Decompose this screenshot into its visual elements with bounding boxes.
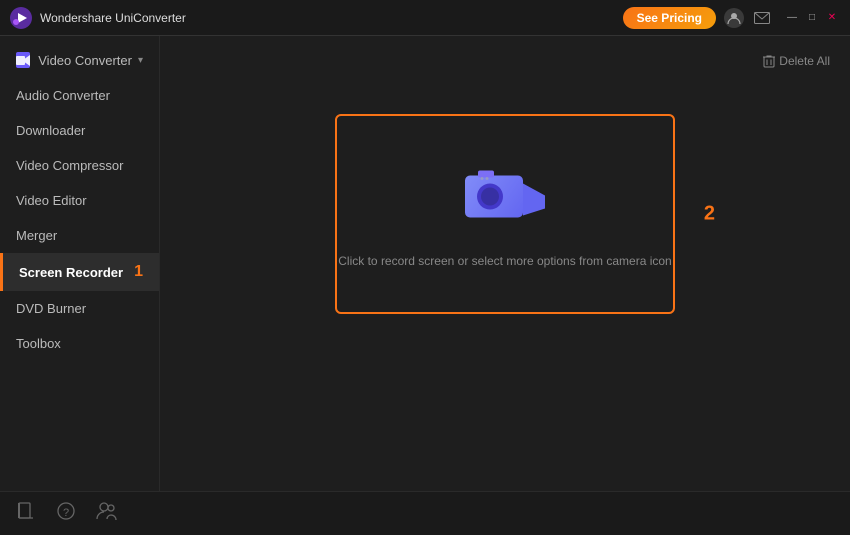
book-icon[interactable]	[16, 501, 36, 526]
video-converter-icon	[16, 52, 30, 68]
dropdown-arrow-icon: ▾	[138, 55, 143, 66]
content-header: Delete All	[180, 46, 830, 76]
app-title: Wondershare UniConverter	[40, 11, 623, 25]
sidebar-item-label-video-converter: Video Converter	[38, 53, 132, 68]
sidebar-item-merger[interactable]: Merger	[0, 218, 159, 253]
camera-icon	[460, 161, 550, 231]
delete-all-label: Delete All	[779, 54, 830, 68]
minimize-button[interactable]: —	[784, 10, 800, 26]
window-controls: — □ ✕	[784, 10, 840, 26]
sidebar-item-label-toolbox: Toolbox	[16, 336, 61, 351]
sidebar-item-dvd-burner[interactable]: DVD Burner	[0, 291, 159, 326]
camera-icon-wrap	[460, 161, 550, 236]
account-icon[interactable]	[724, 8, 744, 28]
see-pricing-button[interactable]: See Pricing	[623, 7, 716, 29]
sidebar-item-label-dvd-burner: DVD Burner	[16, 301, 86, 316]
mail-icon[interactable]	[752, 8, 772, 28]
sidebar-badge-1: 1	[134, 263, 143, 281]
titlebar: Wondershare UniConverter See Pricing — □…	[0, 0, 850, 36]
sidebar: Video Converter ▾ Audio Converter Downlo…	[0, 36, 160, 491]
svg-text:?: ?	[63, 507, 69, 519]
main-area: Video Converter ▾ Audio Converter Downlo…	[0, 36, 850, 491]
area-badge-2: 2	[704, 203, 715, 226]
content-area: Delete All	[160, 36, 850, 491]
sidebar-item-video-editor[interactable]: Video Editor	[0, 183, 159, 218]
bottom-bar: ?	[0, 491, 850, 535]
sidebar-item-downloader[interactable]: Downloader	[0, 113, 159, 148]
close-button[interactable]: ✕	[824, 10, 840, 26]
sidebar-item-label-downloader: Downloader	[16, 123, 85, 138]
sidebar-item-video-converter[interactable]: Video Converter ▾	[0, 42, 159, 78]
sidebar-item-label-screen-recorder: Screen Recorder	[19, 265, 123, 280]
record-area-container: Click to record screen or select more op…	[335, 114, 675, 314]
titlebar-right: See Pricing — □ ✕	[623, 7, 840, 29]
sidebar-item-label-video-compressor: Video Compressor	[16, 158, 123, 173]
record-box[interactable]: Click to record screen or select more op…	[335, 114, 675, 314]
maximize-button[interactable]: □	[804, 10, 820, 26]
record-hint: Click to record screen or select more op…	[338, 254, 671, 268]
record-area: Click to record screen or select more op…	[180, 84, 830, 481]
sidebar-item-label-video-editor: Video Editor	[16, 193, 87, 208]
people-icon[interactable]	[96, 501, 118, 526]
app-logo	[10, 7, 32, 29]
help-icon[interactable]: ?	[56, 501, 76, 526]
sidebar-item-toolbox[interactable]: Toolbox	[0, 326, 159, 361]
delete-all-button[interactable]: Delete All	[763, 54, 830, 68]
sidebar-item-video-compressor[interactable]: Video Compressor	[0, 148, 159, 183]
trash-icon	[763, 54, 775, 68]
sidebar-item-label-merger: Merger	[16, 228, 57, 243]
sidebar-item-audio-converter[interactable]: Audio Converter	[0, 78, 159, 113]
sidebar-item-screen-recorder[interactable]: Screen Recorder 1	[0, 253, 159, 291]
sidebar-item-label-audio-converter: Audio Converter	[16, 88, 110, 103]
